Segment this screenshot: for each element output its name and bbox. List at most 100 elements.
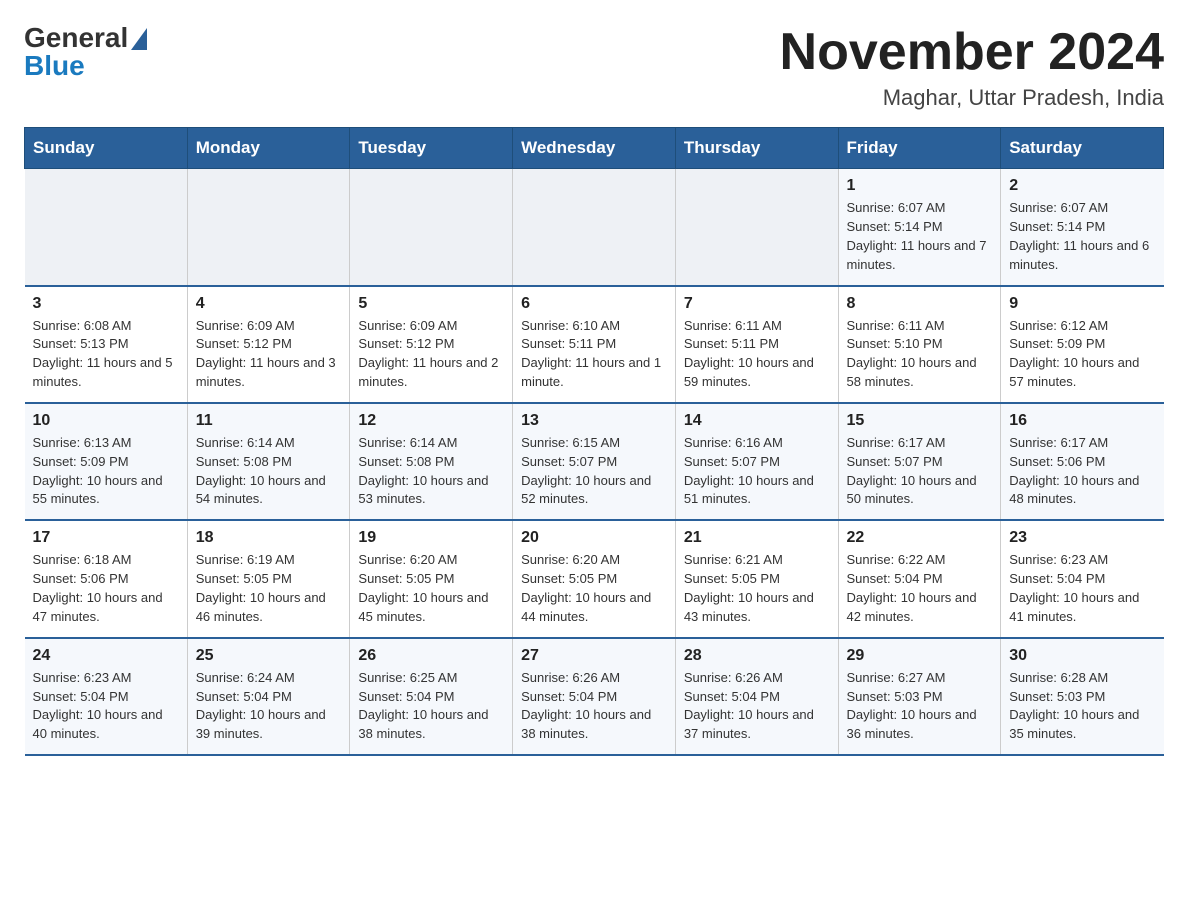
calendar-cell [350, 169, 513, 286]
day-number: 12 [358, 412, 504, 430]
logo-blue-text: Blue [24, 52, 85, 80]
calendar-cell: 20Sunrise: 6:20 AM Sunset: 5:05 PM Dayli… [513, 520, 676, 637]
day-info: Sunrise: 6:20 AM Sunset: 5:05 PM Dayligh… [358, 551, 504, 626]
day-number: 24 [33, 647, 179, 665]
day-info: Sunrise: 6:17 AM Sunset: 5:07 PM Dayligh… [847, 434, 993, 509]
calendar-week-3: 10 Sunrise: 6:13 AM Sunset: 5:09 PM Dayli… [25, 403, 1164, 520]
day-info: Sunrise: 6:17 AM Sunset: 5:06 PM Dayligh… [1009, 434, 1155, 509]
weekday-header-row: SundayMondayTuesdayWednesdayThursdayFrid… [25, 128, 1164, 169]
calendar-cell: 3 Sunrise: 6:08 AM Sunset: 5:13 PM Daylig… [25, 286, 188, 403]
calendar-cell: 11Sunrise: 6:14 AM Sunset: 5:08 PM Dayli… [187, 403, 350, 520]
day-info: Sunrise: 6:23 AM Sunset: 5:04 PM Dayligh… [1009, 551, 1155, 626]
calendar-cell: 9Sunrise: 6:12 AM Sunset: 5:09 PM Daylig… [1001, 286, 1164, 403]
month-title: November 2024 [780, 24, 1164, 81]
calendar-week-2: 3 Sunrise: 6:08 AM Sunset: 5:13 PM Daylig… [25, 286, 1164, 403]
day-info: Sunrise: 6:21 AM Sunset: 5:05 PM Dayligh… [684, 551, 830, 626]
day-number: 16 [1009, 412, 1155, 430]
day-number: 6 [521, 295, 667, 313]
day-info: Sunrise: 6:19 AM Sunset: 5:05 PM Dayligh… [196, 551, 342, 626]
day-number: 18 [196, 529, 342, 547]
day-info: Sunrise: 6:15 AM Sunset: 5:07 PM Dayligh… [521, 434, 667, 509]
day-number: 11 [196, 412, 342, 430]
calendar-cell: 5 Sunrise: 6:09 AM Sunset: 5:12 PM Daylig… [350, 286, 513, 403]
day-number: 7 [684, 295, 830, 313]
day-info: Sunrise: 6:26 AM Sunset: 5:04 PM Dayligh… [684, 669, 830, 744]
day-number: 10 [33, 412, 179, 430]
day-number: 1 [847, 177, 993, 195]
day-number: 2 [1009, 177, 1155, 195]
day-info: Sunrise: 6:14 AM Sunset: 5:08 PM Dayligh… [358, 434, 504, 509]
day-info: Sunrise: 6:09 AM Sunset: 5:12 PM Dayligh… [196, 317, 342, 392]
weekday-header-wednesday: Wednesday [513, 128, 676, 169]
day-info: Sunrise: 6:18 AM Sunset: 5:06 PM Dayligh… [33, 551, 179, 626]
day-info: Sunrise: 6:22 AM Sunset: 5:04 PM Dayligh… [847, 551, 993, 626]
calendar-cell: 25Sunrise: 6:24 AM Sunset: 5:04 PM Dayli… [187, 638, 350, 755]
day-number: 20 [521, 529, 667, 547]
location-subtitle: Maghar, Uttar Pradesh, India [780, 85, 1164, 111]
calendar-cell: 14 Sunrise: 6:16 AM Sunset: 5:07 PM Dayli… [675, 403, 838, 520]
day-info: Sunrise: 6:09 AM Sunset: 5:12 PM Dayligh… [358, 317, 504, 392]
day-number: 17 [33, 529, 179, 547]
calendar-cell: 6 Sunrise: 6:10 AM Sunset: 5:11 PM Daylig… [513, 286, 676, 403]
calendar-cell: 12 Sunrise: 6:14 AM Sunset: 5:08 PM Dayli… [350, 403, 513, 520]
day-number: 13 [521, 412, 667, 430]
day-info: Sunrise: 6:26 AM Sunset: 5:04 PM Dayligh… [521, 669, 667, 744]
day-info: Sunrise: 6:11 AM Sunset: 5:10 PM Dayligh… [847, 317, 993, 392]
day-number: 19 [358, 529, 504, 547]
weekday-header-tuesday: Tuesday [350, 128, 513, 169]
calendar-cell [675, 169, 838, 286]
calendar-cell [513, 169, 676, 286]
day-number: 8 [847, 295, 993, 313]
calendar-cell: 24 Sunrise: 6:23 AM Sunset: 5:04 PM Dayli… [25, 638, 188, 755]
calendar-cell: 22 Sunrise: 6:22 AM Sunset: 5:04 PM Dayli… [838, 520, 1001, 637]
calendar-cell: 29 Sunrise: 6:27 AM Sunset: 5:03 PM Dayli… [838, 638, 1001, 755]
title-block: November 2024 Maghar, Uttar Pradesh, Ind… [780, 24, 1164, 111]
weekday-header-saturday: Saturday [1001, 128, 1164, 169]
day-number: 9 [1009, 295, 1155, 313]
day-number: 21 [684, 529, 830, 547]
weekday-header-monday: Monday [187, 128, 350, 169]
day-info: Sunrise: 6:13 AM Sunset: 5:09 PM Dayligh… [33, 434, 179, 509]
day-number: 4 [196, 295, 342, 313]
calendar-cell: 16 Sunrise: 6:17 AM Sunset: 5:06 PM Dayli… [1001, 403, 1164, 520]
day-number: 22 [847, 529, 993, 547]
calendar-cell [25, 169, 188, 286]
day-info: Sunrise: 6:08 AM Sunset: 5:13 PM Dayligh… [33, 317, 179, 392]
day-info: Sunrise: 6:10 AM Sunset: 5:11 PM Dayligh… [521, 317, 667, 392]
page-header: General Blue November 2024 Maghar, Uttar… [24, 24, 1164, 111]
calendar-week-1: 1 Sunrise: 6:07 AM Sunset: 5:14 PM Daylig… [25, 169, 1164, 286]
day-info: Sunrise: 6:07 AM Sunset: 5:14 PM Dayligh… [1009, 199, 1155, 274]
calendar-table: SundayMondayTuesdayWednesdayThursdayFrid… [24, 127, 1164, 756]
calendar-week-4: 17 Sunrise: 6:18 AM Sunset: 5:06 PM Dayli… [25, 520, 1164, 637]
day-number: 5 [358, 295, 504, 313]
day-info: Sunrise: 6:16 AM Sunset: 5:07 PM Dayligh… [684, 434, 830, 509]
day-info: Sunrise: 6:25 AM Sunset: 5:04 PM Dayligh… [358, 669, 504, 744]
day-info: Sunrise: 6:28 AM Sunset: 5:03 PM Dayligh… [1009, 669, 1155, 744]
day-number: 3 [33, 295, 179, 313]
calendar-cell [187, 169, 350, 286]
day-number: 28 [684, 647, 830, 665]
day-info: Sunrise: 6:23 AM Sunset: 5:04 PM Dayligh… [33, 669, 179, 744]
calendar-cell: 13 Sunrise: 6:15 AM Sunset: 5:07 PM Dayli… [513, 403, 676, 520]
day-number: 29 [847, 647, 993, 665]
weekday-header-thursday: Thursday [675, 128, 838, 169]
calendar-cell: 1 Sunrise: 6:07 AM Sunset: 5:14 PM Daylig… [838, 169, 1001, 286]
calendar-week-5: 24 Sunrise: 6:23 AM Sunset: 5:04 PM Dayli… [25, 638, 1164, 755]
day-number: 14 [684, 412, 830, 430]
calendar-cell: 23 Sunrise: 6:23 AM Sunset: 5:04 PM Dayli… [1001, 520, 1164, 637]
calendar-cell: 10 Sunrise: 6:13 AM Sunset: 5:09 PM Dayli… [25, 403, 188, 520]
day-info: Sunrise: 6:07 AM Sunset: 5:14 PM Dayligh… [847, 199, 993, 274]
calendar-cell: 18 Sunrise: 6:19 AM Sunset: 5:05 PM Dayli… [187, 520, 350, 637]
calendar-cell: 21 Sunrise: 6:21 AM Sunset: 5:05 PM Dayli… [675, 520, 838, 637]
calendar-cell: 27Sunrise: 6:26 AM Sunset: 5:04 PM Dayli… [513, 638, 676, 755]
calendar-cell: 8 Sunrise: 6:11 AM Sunset: 5:10 PM Daylig… [838, 286, 1001, 403]
calendar-cell: 4 Sunrise: 6:09 AM Sunset: 5:12 PM Daylig… [187, 286, 350, 403]
logo: General Blue [24, 24, 147, 80]
logo-general-text: General [24, 24, 128, 52]
day-info: Sunrise: 6:24 AM Sunset: 5:04 PM Dayligh… [196, 669, 342, 744]
calendar-cell: 15Sunrise: 6:17 AM Sunset: 5:07 PM Dayli… [838, 403, 1001, 520]
calendar-cell: 19 Sunrise: 6:20 AM Sunset: 5:05 PM Dayli… [350, 520, 513, 637]
day-info: Sunrise: 6:27 AM Sunset: 5:03 PM Dayligh… [847, 669, 993, 744]
calendar-cell: 7Sunrise: 6:11 AM Sunset: 5:11 PM Daylig… [675, 286, 838, 403]
day-number: 23 [1009, 529, 1155, 547]
